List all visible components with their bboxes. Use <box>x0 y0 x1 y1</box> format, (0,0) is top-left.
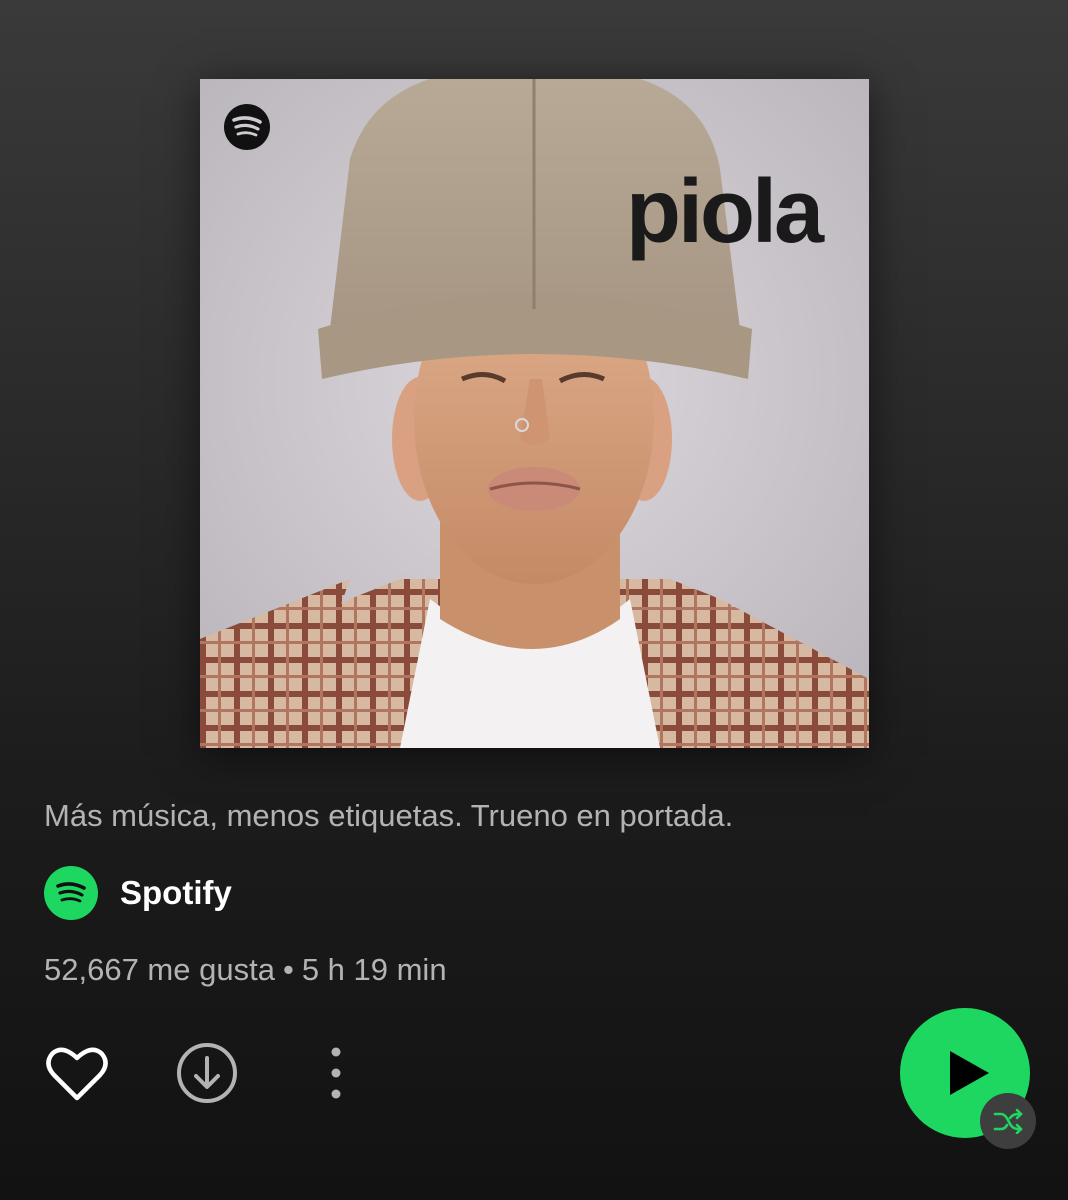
more-options-button[interactable] <box>316 1040 356 1106</box>
cover-title: piola <box>626 162 824 262</box>
playlist-description: Más música, menos etiquetas. Trueno en p… <box>44 798 734 833</box>
meta-separator: • <box>282 952 294 987</box>
download-icon <box>177 1043 237 1103</box>
playlist-meta: 52,667 me gusta • 5 h 19 min <box>44 952 447 988</box>
spotify-logo-icon <box>56 882 86 903</box>
owner-avatar[interactable] <box>44 866 98 920</box>
cover-spotify-logo-icon <box>224 104 270 150</box>
more-options-icon <box>331 1047 341 1099</box>
playlist-cover-image: piola <box>200 79 869 748</box>
playlist-duration: 5 h 19 min <box>301 952 447 987</box>
like-button[interactable] <box>44 1040 110 1106</box>
owner-name[interactable]: Spotify <box>120 874 232 912</box>
likes-count: 52,667 me gusta <box>44 952 275 987</box>
play-icon <box>950 1051 989 1095</box>
shuffle-button[interactable] <box>980 1093 1036 1149</box>
playlist-header: piola Más música, menos etiquetas. Truen… <box>0 0 1068 1200</box>
playlist-owner[interactable]: Spotify <box>44 866 232 920</box>
download-button[interactable] <box>174 1040 240 1106</box>
shuffle-icon <box>993 1108 1023 1134</box>
heart-icon <box>46 1047 108 1101</box>
